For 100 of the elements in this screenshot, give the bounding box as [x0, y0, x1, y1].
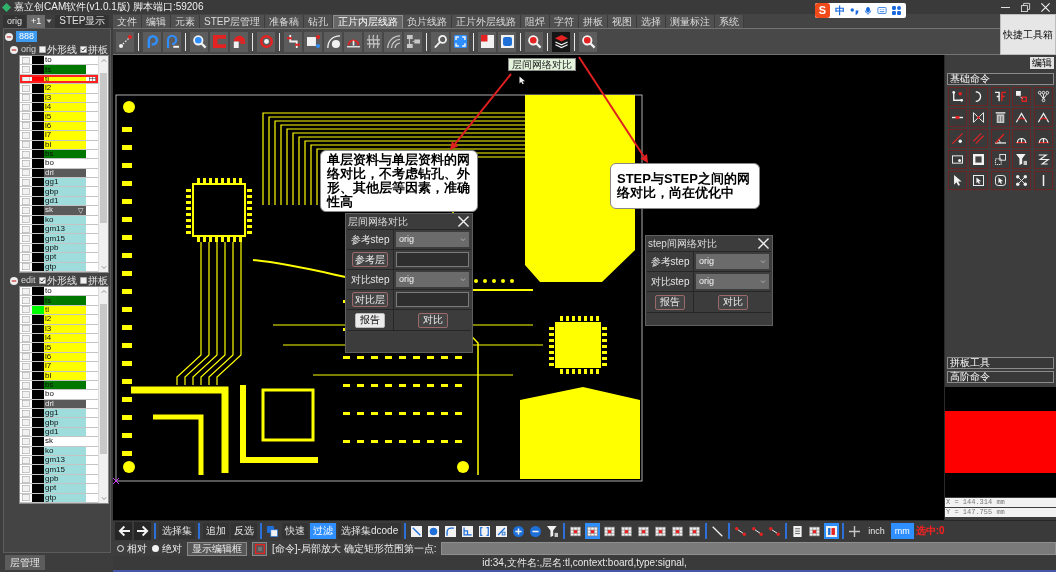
layer-row[interactable]: bl	[20, 140, 98, 150]
layer-checkbox[interactable]	[21, 150, 30, 158]
layer-checkbox[interactable]	[21, 419, 30, 427]
command-button[interactable]	[948, 87, 967, 106]
layer-checkbox[interactable]	[21, 400, 30, 408]
layer-checkbox[interactable]	[21, 437, 30, 445]
tool-button[interactable]	[443, 523, 459, 539]
layer-checkbox[interactable]	[21, 131, 30, 139]
menu-tab[interactable]: 正片内层线路	[333, 15, 404, 28]
layer-row[interactable]: bl	[20, 371, 98, 381]
tool-button[interactable]	[460, 523, 476, 539]
layer-checkbox[interactable]	[21, 391, 30, 398]
tool-button[interactable]	[670, 523, 686, 539]
layer-checkbox[interactable]	[21, 225, 30, 233]
dialog-button[interactable]: 报告	[355, 312, 385, 328]
tool-button[interactable]	[431, 31, 449, 52]
tool-button[interactable]	[579, 31, 597, 52]
tool-button[interactable]	[426, 523, 442, 539]
command-button[interactable]	[990, 108, 1010, 127]
input-field[interactable]	[396, 292, 469, 307]
minus-circle-icon[interactable]	[10, 45, 18, 54]
tool-button[interactable]	[807, 523, 823, 539]
tool-button[interactable]	[116, 31, 134, 52]
sidebar-tab[interactable]: +1	[27, 14, 46, 28]
command-button[interactable]	[1012, 108, 1032, 127]
tool-button[interactable]	[163, 31, 181, 52]
command-button[interactable]	[969, 87, 989, 106]
minus-circle-icon[interactable]	[5, 32, 13, 41]
toolbar-button[interactable]: 快速	[282, 523, 308, 539]
command-button[interactable]	[990, 129, 1010, 148]
canvas[interactable]: 层间网络对比 单层资料与单层资料的网络对比，不考虑钻孔、外形、其他层等因素，准确性高 STEP与STEP之间的网络对比，尚在优化中 层间网络对比 参考step orig 参考层 对比step orig 对比层 报告 对比 step间网络对比 参考step orig 对比step orig 报告 对比	[113, 55, 944, 520]
layer-checkbox[interactable]	[21, 353, 30, 361]
menu-tab[interactable]: 编辑	[142, 15, 171, 28]
layer-row[interactable]: gbp	[20, 418, 98, 428]
tool-button[interactable]	[511, 523, 527, 539]
layer-checkbox[interactable]	[21, 484, 30, 492]
input-mode[interactable]: 中	[835, 5, 845, 16]
dropdown[interactable]: orig	[396, 272, 469, 287]
menu-tab[interactable]: 字符	[550, 15, 580, 28]
layer-row[interactable]: gbp	[20, 187, 98, 197]
option-checkbox[interactable]: 拼板	[80, 44, 108, 55]
dialog-button[interactable]: 对比	[717, 294, 748, 310]
tool-button[interactable]	[653, 523, 669, 539]
tool-button[interactable]	[545, 523, 561, 539]
menu-tab[interactable]: 正片外层线路	[452, 15, 522, 28]
scrollbar[interactable]	[98, 287, 108, 503]
tool-button[interactable]	[602, 523, 618, 539]
layer-row[interactable]: bo	[20, 390, 98, 400]
layer-row[interactable]: l3	[20, 93, 98, 103]
microphone-icon[interactable]	[864, 5, 872, 16]
layer-checkbox[interactable]	[21, 325, 30, 333]
layer-checkbox[interactable]	[21, 409, 30, 417]
layer-row[interactable]: gtp	[20, 493, 98, 503]
keyboard-icon[interactable]	[877, 6, 887, 15]
layer-row[interactable]: gpt	[20, 484, 98, 494]
edit-button[interactable]: 编辑	[1030, 57, 1054, 69]
layer-checkbox[interactable]	[21, 188, 30, 196]
tool-button[interactable]	[477, 523, 493, 539]
toolbar-button[interactable]: 选择集	[159, 523, 195, 539]
command-button[interactable]	[1012, 87, 1032, 106]
layer-row[interactable]: l2	[20, 84, 98, 94]
menu-tab[interactable]: STEP层管理	[200, 15, 266, 28]
tool-button[interactable]	[409, 523, 425, 539]
layer-checkbox[interactable]	[21, 178, 30, 186]
layer-row[interactable]: l7	[20, 362, 98, 372]
layer-checkbox[interactable]	[21, 287, 30, 295]
tool-button[interactable]	[284, 31, 302, 52]
close-button[interactable]	[757, 237, 769, 250]
option-checkbox[interactable]: 拼板	[79, 275, 108, 286]
command-button[interactable]	[1012, 150, 1032, 169]
menu-tab[interactable]: 文件	[113, 15, 142, 28]
input-field[interactable]	[396, 252, 469, 267]
layer-checkbox[interactable]	[21, 381, 30, 389]
menu-tab[interactable]: 选择	[637, 15, 667, 28]
tool-button[interactable]	[257, 31, 275, 52]
punctuation-icon[interactable]	[850, 6, 859, 15]
ime-logo[interactable]: S	[815, 3, 830, 18]
layer-checkbox[interactable]	[21, 206, 30, 214]
layer-checkbox[interactable]	[21, 456, 30, 464]
command-button[interactable]	[1033, 150, 1053, 169]
scrollbar[interactable]	[98, 56, 108, 272]
tool-button[interactable]	[451, 31, 469, 52]
tool-button[interactable]	[478, 31, 496, 52]
layer-checkbox[interactable]	[21, 56, 30, 64]
show-editor-button[interactable]: 显示编辑框	[187, 541, 247, 556]
toolbar-button[interactable]: 追加	[203, 523, 229, 539]
layer-row[interactable]: gm15	[20, 234, 98, 244]
layer-row[interactable]: gpt	[20, 253, 98, 263]
layer-checkbox[interactable]	[21, 315, 30, 323]
tool-button[interactable]	[324, 31, 342, 52]
apps-icon[interactable]	[892, 6, 901, 15]
layer-row[interactable]: gm15	[20, 465, 98, 475]
command-button[interactable]	[948, 171, 967, 190]
layer-checkbox[interactable]	[21, 362, 30, 370]
layer-checkbox[interactable]	[21, 216, 30, 224]
tool-button[interactable]	[710, 523, 726, 539]
close-button[interactable]	[457, 215, 469, 228]
forward-button[interactable]	[134, 522, 151, 540]
layer-checkbox[interactable]	[21, 244, 30, 252]
layer-checkbox[interactable]	[21, 160, 30, 167]
